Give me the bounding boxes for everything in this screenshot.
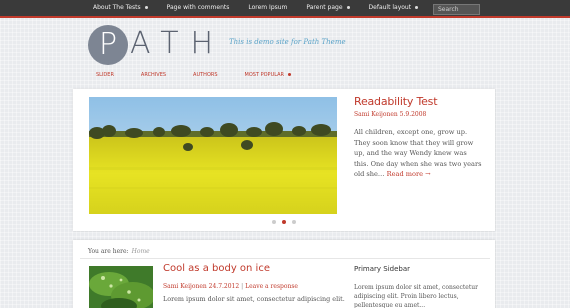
top-nav-label: Lorem Ipsum <box>248 4 288 11</box>
breadcrumb: You are here: Home <box>88 248 150 255</box>
sidebar-text: Lorem ipsum dolor sit amet, consectetur … <box>354 284 478 308</box>
site-tagline: This is demo site for Path Theme <box>229 38 346 46</box>
breadcrumb-home[interactable]: Home <box>132 248 150 255</box>
rapeseed-field-image <box>89 97 337 214</box>
top-nav-item-parent-page[interactable]: Parent page <box>297 0 359 16</box>
dropdown-dot-icon <box>346 6 350 9</box>
top-nav-item-page-with-comments[interactable]: Page with comments <box>158 0 240 16</box>
top-nav-label: Page with comments <box>166 4 230 11</box>
main-nav-label: Most Popular <box>244 72 285 78</box>
meta-separator: | <box>241 283 244 290</box>
slider-dot[interactable] <box>272 220 276 224</box>
main-nav-item-slider[interactable]: Slider <box>96 72 114 78</box>
top-nav-label: Parent page <box>306 4 343 11</box>
main-nav-item-archives[interactable]: Archives <box>141 72 166 78</box>
post-excerpt: Lorem ipsum dolor sit amet, consectetur … <box>163 295 345 303</box>
search-input[interactable]: Search <box>433 4 480 15</box>
post-author-date[interactable]: Sami Keijonen 24.7.2012 <box>163 283 239 290</box>
dropdown-dot-icon <box>288 73 292 76</box>
slider-dot-active[interactable] <box>282 220 286 224</box>
divider <box>80 258 490 259</box>
top-nav-item-lorem-ipsum[interactable]: Lorem Ipsum <box>239 0 297 16</box>
main-nav: Slider Archives Authors Most Popular <box>96 72 318 78</box>
logo-text[interactable]: ATH <box>130 24 225 64</box>
post-thumbnail[interactable] <box>89 266 153 308</box>
main-nav-item-most-popular[interactable]: Most Popular <box>245 72 292 78</box>
main-nav-label: Archives <box>140 72 167 78</box>
featured-post-title[interactable]: Readability Test <box>354 95 438 108</box>
featured-post-meta[interactable]: Sami Keijonen 5.9.2008 <box>354 111 426 118</box>
featured-image[interactable] <box>89 97 337 214</box>
sidebar-title: Primary Sidebar <box>354 265 411 273</box>
top-nav: About The Tests Page with comments Lorem… <box>84 0 428 16</box>
post-title[interactable]: Cool as a body on ice <box>163 263 270 274</box>
dropdown-dot-icon <box>415 6 419 9</box>
dropdown-dot-icon <box>144 6 148 9</box>
slider-dot[interactable] <box>292 220 296 224</box>
featured-post-excerpt: All children, except one, grow up. They … <box>354 127 482 180</box>
top-nav-label: About The Tests <box>93 4 141 11</box>
top-nav-label: Default layout <box>368 4 412 11</box>
post-meta: Sami Keijonen 24.7.2012 | Leave a respon… <box>163 283 298 290</box>
main-nav-label: Slider <box>96 72 114 78</box>
breadcrumb-label: You are here: <box>88 248 129 255</box>
read-more-link[interactable]: Read more → <box>387 170 431 178</box>
slider-pagination <box>272 220 302 224</box>
logo-initial[interactable]: P <box>88 25 128 65</box>
post-comments-link[interactable]: Leave a response <box>245 283 298 290</box>
leaf-image <box>89 266 153 308</box>
main-nav-item-authors[interactable]: Authors <box>193 72 217 78</box>
top-nav-item-about[interactable]: About The Tests <box>84 0 158 16</box>
main-nav-label: Authors <box>193 72 218 78</box>
top-nav-item-default-layout[interactable]: Default layout <box>360 0 429 16</box>
